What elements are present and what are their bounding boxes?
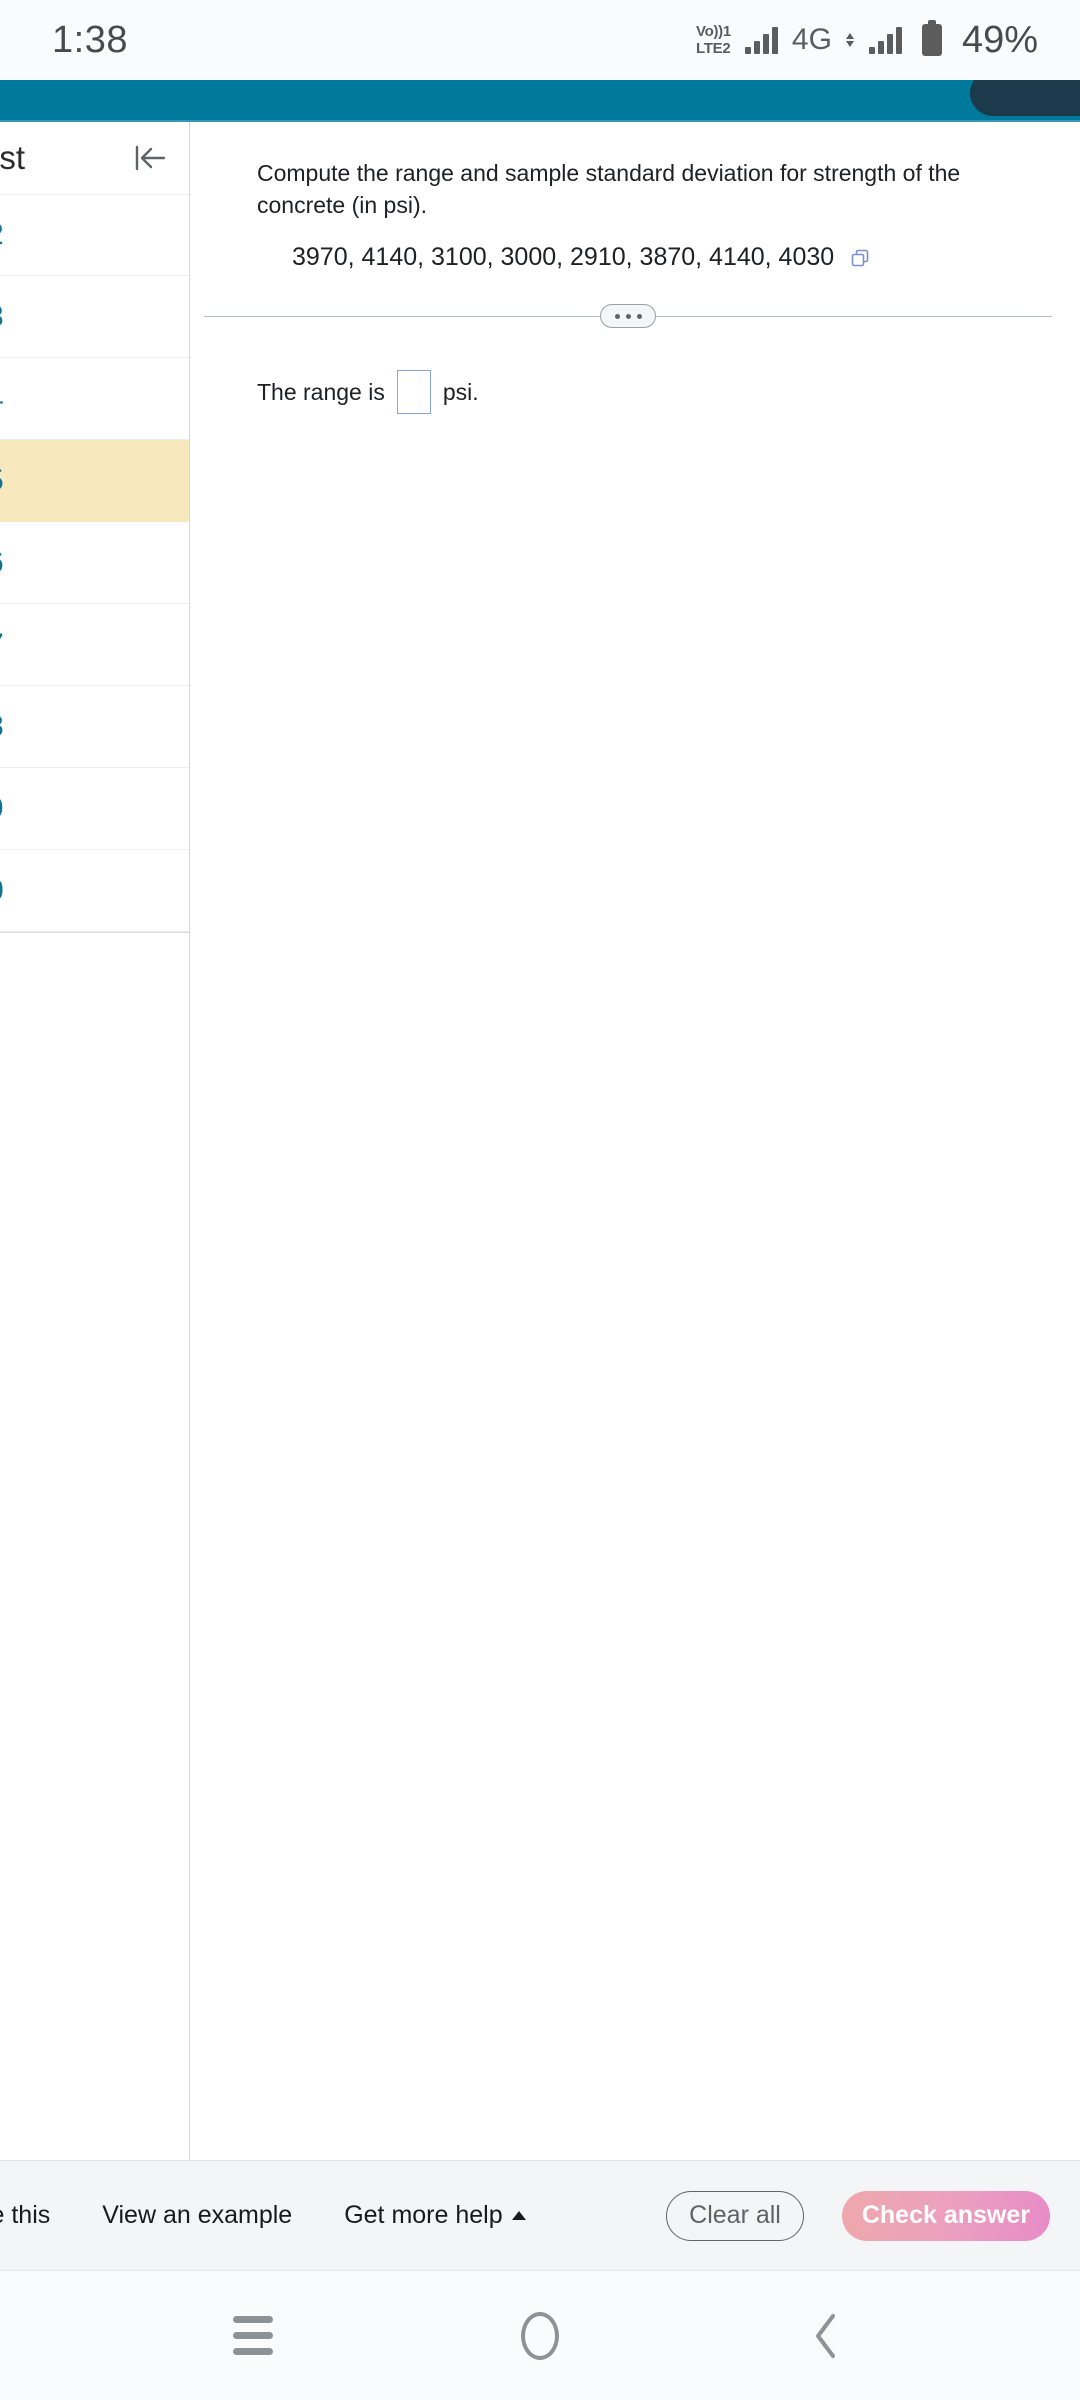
ellipsis-icon[interactable] <box>600 304 656 329</box>
signal-bars-icon-secondary <box>868 26 902 54</box>
question-list-sidebar: ist 2 3 4 <box>0 122 190 2160</box>
answer-prefix-label: The range is <box>257 378 385 405</box>
question-prompt: Compute the range and sample standard de… <box>257 160 961 219</box>
get-more-help-label: Get more help <box>344 2201 503 2229</box>
range-answer-input[interactable] <box>396 370 431 415</box>
question-list-item[interactable]: 8 <box>0 686 189 768</box>
answer-row: The range is psi. <box>257 370 1052 415</box>
question-number: 8 <box>0 710 4 744</box>
caret-up-icon <box>511 2211 526 2220</box>
question-list-end-divider <box>0 932 189 933</box>
home-circle-icon[interactable] <box>495 2291 585 2381</box>
help-me-solve-this-label: ve this <box>0 2201 51 2229</box>
question-list-item[interactable]: 6 <box>0 522 189 604</box>
question-number: 3 <box>0 300 4 334</box>
data-transfer-arrows-icon <box>845 33 854 47</box>
work-area: ist 2 3 4 <box>0 122 1080 2160</box>
question-number: 2 <box>0 218 4 252</box>
android-nav-bar <box>0 2270 1080 2400</box>
collapse-left-icon[interactable] <box>129 137 171 179</box>
clear-all-button[interactable]: Clear all <box>666 2190 804 2241</box>
question-number: 6 <box>0 546 4 580</box>
question-number: 0 <box>0 874 4 908</box>
recents-icon[interactable] <box>208 2291 298 2381</box>
copy-icon[interactable] <box>850 248 870 268</box>
network-type-label: 4G <box>791 23 832 56</box>
question-number: 7 <box>0 628 4 662</box>
view-an-example-label: View an example <box>102 2201 293 2229</box>
status-clock: 1:38 <box>52 18 128 61</box>
battery-percent-label: 49% <box>961 18 1038 61</box>
question-list-item[interactable]: 0 <box>0 850 189 932</box>
section-divider <box>204 302 1052 330</box>
sidebar-header: ist <box>0 122 189 194</box>
question-number: 5 <box>0 464 4 498</box>
question-data-row: 3970, 4140, 3100, 3000, 2910, 3870, 4140… <box>292 243 1052 272</box>
helper-links: ve this View an example Get more help <box>0 2201 526 2230</box>
back-chevron-icon[interactable] <box>782 2291 872 2381</box>
volte-top-label: Vo))1 <box>696 23 731 40</box>
question-list-item[interactable]: 9 <box>0 768 189 850</box>
help-me-solve-this-link[interactable]: ve this <box>0 2201 50 2230</box>
volte-bottom-label: LTE2 <box>696 40 731 57</box>
answer-suffix-label: psi. <box>442 378 479 405</box>
status-indicators: Vo))1 LTE2 4G 49% <box>696 19 1038 62</box>
battery-icon <box>921 20 942 56</box>
question-list-item[interactable]: 3 <box>0 276 189 358</box>
get-more-help-link[interactable]: Get more help <box>344 2201 526 2230</box>
question-number: 4 <box>0 382 4 416</box>
question-content: Compute the range and sample standard de… <box>190 122 1080 2160</box>
question-list-item[interactable]: 2 <box>0 194 189 276</box>
question-list-item[interactable]: 4 <box>0 358 189 440</box>
status-bar: 1:38 Vo))1 LTE2 4G 49% <box>0 0 1080 80</box>
question-number: 9 <box>0 792 4 826</box>
view-an-example-link[interactable]: View an example <box>102 2201 292 2230</box>
action-buttons: Clear all Check answer <box>666 2190 1050 2241</box>
phone-screen: 1:38 Vo))1 LTE2 4G 49% st Compute the ra… <box>0 0 1080 2400</box>
question-list-item-active[interactable]: 5 <box>0 440 189 522</box>
sidebar-title: ist <box>0 139 25 176</box>
app-header-bar <box>0 70 1080 122</box>
volte-icon: Vo))1 LTE2 <box>696 24 731 56</box>
answer-toolbar: ve this View an example Get more help Cl… <box>0 2160 1080 2270</box>
question-data-values: 3970, 4140, 3100, 3000, 2910, 3870, 4140… <box>292 243 835 272</box>
question-list[interactable]: 2 3 4 5 6 7 8 <box>0 194 189 1114</box>
question-list-item[interactable]: 7 <box>0 604 189 686</box>
signal-bars-icon <box>744 26 778 54</box>
check-answer-button[interactable]: Check answer <box>841 2190 1050 2241</box>
